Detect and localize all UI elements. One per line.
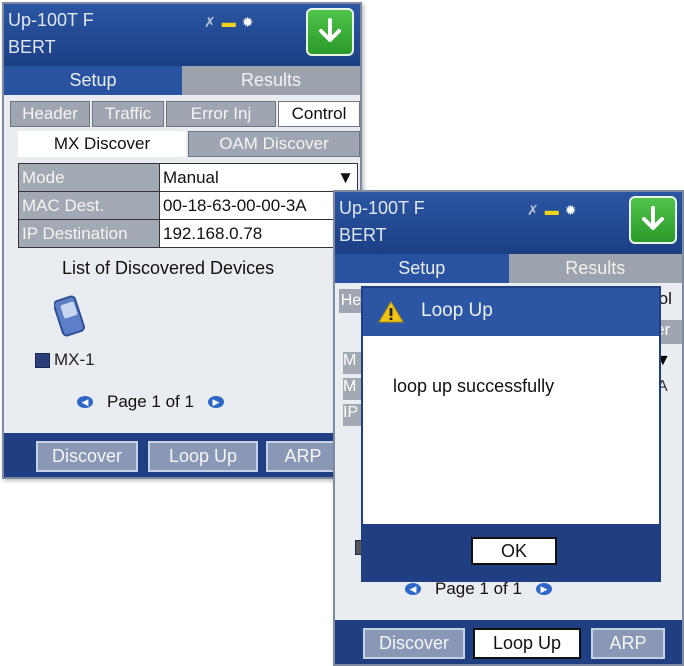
discover-button[interactable]: Discover bbox=[36, 441, 138, 472]
next-page-icon[interactable]: ▶ bbox=[207, 396, 224, 408]
loop-up-button[interactable]: Loop Up bbox=[148, 441, 258, 472]
action-bar: Discover Loop Up ARP bbox=[4, 433, 360, 477]
tab-setup[interactable]: Setup bbox=[4, 66, 182, 95]
arp-button[interactable]: ARP bbox=[591, 628, 665, 659]
discover-button[interactable]: Discover bbox=[363, 628, 465, 659]
mode-select[interactable]: Manual ▼ bbox=[159, 163, 358, 192]
tab-traffic[interactable]: Traffic bbox=[92, 101, 164, 127]
mode-value: Manual bbox=[163, 167, 219, 187]
test-mode: BERT bbox=[339, 225, 387, 245]
device-model: Up-100T F bbox=[339, 198, 425, 218]
tab-mx-discover[interactable]: MX Discover bbox=[18, 131, 186, 157]
dialog-message: loop up successfully bbox=[393, 376, 555, 396]
gear-icon: ✹ bbox=[564, 202, 583, 218]
tab-control[interactable]: Control bbox=[278, 101, 360, 127]
gear-icon: ✹ bbox=[241, 14, 260, 30]
main-tabs: Setup Results bbox=[335, 254, 682, 283]
pager: ◀ Page 1 of 1 ▶ bbox=[77, 392, 224, 412]
device-checkbox[interactable] bbox=[35, 353, 50, 368]
arp-button[interactable]: ARP bbox=[266, 441, 340, 472]
dialog-header: Loop Up bbox=[363, 288, 659, 336]
action-bar: Discover Loop Up ARP bbox=[335, 620, 682, 664]
tab-header[interactable]: Header bbox=[10, 101, 90, 127]
device-icon[interactable] bbox=[54, 294, 90, 340]
status-icons: ✗▬✹ bbox=[204, 14, 259, 31]
tab-oam-discover[interactable]: OAM Discover bbox=[188, 131, 360, 157]
warning-icon bbox=[378, 301, 404, 323]
mac-dest-field[interactable]: 00-18-63-00-00-3A bbox=[159, 191, 358, 220]
loop-up-button[interactable]: Loop Up bbox=[473, 628, 581, 659]
tab-results[interactable]: Results bbox=[182, 66, 360, 95]
ip-dest-field[interactable]: 192.168.0.78 bbox=[159, 219, 358, 248]
list-title: List of Discovered Devices bbox=[62, 258, 275, 278]
mode-row: Mode Manual ▼ bbox=[18, 163, 358, 192]
title-bar: Up-100T F BERT ✗▬✹ bbox=[335, 192, 682, 254]
ok-button[interactable]: OK bbox=[471, 537, 557, 565]
device-screen-main: Up-100T F BERT ✗▬✹ Setup Results Header … bbox=[2, 2, 362, 479]
dropdown-arrow-icon: ▼ bbox=[337, 167, 354, 187]
loop-up-dialog: Loop Up loop up successfully OK bbox=[361, 286, 661, 582]
prev-page-icon[interactable]: ◀ bbox=[405, 583, 421, 595]
page-indicator: Page 1 of 1 bbox=[435, 579, 522, 598]
ip-label-partial: IP bbox=[343, 404, 361, 426]
battery-icon: ▬ bbox=[221, 14, 242, 30]
download-button[interactable] bbox=[306, 8, 354, 56]
mac-dest-label: MAC Dest. bbox=[18, 191, 160, 220]
battery-icon: ▬ bbox=[544, 202, 565, 218]
mode-label: Mode bbox=[18, 163, 160, 192]
tab-header-partial[interactable]: He bbox=[339, 289, 363, 313]
download-icon bbox=[642, 206, 664, 230]
discover-tabs: MX Discover OAM Discover bbox=[18, 131, 360, 157]
tab-error-inj[interactable]: Error Inj bbox=[166, 101, 276, 127]
dialog-title: Loop Up bbox=[421, 300, 493, 321]
page-indicator: Page 1 of 1 bbox=[107, 392, 194, 411]
title-bar: Up-100T F BERT ✗▬✹ bbox=[4, 4, 360, 66]
ip-dest-label: IP Destination bbox=[18, 219, 160, 248]
tab-setup[interactable]: Setup bbox=[335, 254, 509, 283]
signal-icon: ✗ bbox=[204, 14, 222, 30]
pager: ◀ Page 1 of 1 ▶ bbox=[405, 579, 552, 599]
device-screen-dialog: Up-100T F BERT ✗▬✹ Setup Results He rol … bbox=[333, 190, 684, 666]
setup-subtabs: Header Traffic Error Inj Control bbox=[10, 101, 360, 127]
next-page-icon[interactable]: ▶ bbox=[535, 583, 552, 595]
download-button[interactable] bbox=[629, 196, 677, 244]
mac-row: MAC Dest. 00-18-63-00-00-3A bbox=[18, 191, 358, 220]
test-mode: BERT bbox=[8, 37, 56, 57]
signal-icon: ✗ bbox=[527, 202, 545, 218]
main-tabs: Setup Results bbox=[4, 66, 360, 95]
settings-table: Mode Manual ▼ MAC Dest. 00-18-63-00-00-3… bbox=[18, 163, 358, 248]
device-model: Up-100T F bbox=[8, 10, 94, 30]
tab-results[interactable]: Results bbox=[508, 254, 682, 283]
status-icons: ✗▬✹ bbox=[527, 202, 582, 219]
mac-label-partial: M bbox=[343, 378, 361, 400]
device-label: MX-1 bbox=[54, 350, 95, 369]
dialog-footer: OK bbox=[363, 524, 659, 580]
ip-row: IP Destination 192.168.0.78 bbox=[18, 219, 358, 248]
prev-page-icon[interactable]: ◀ bbox=[77, 396, 93, 408]
download-icon bbox=[319, 18, 341, 42]
mode-label-partial: M bbox=[343, 352, 361, 374]
